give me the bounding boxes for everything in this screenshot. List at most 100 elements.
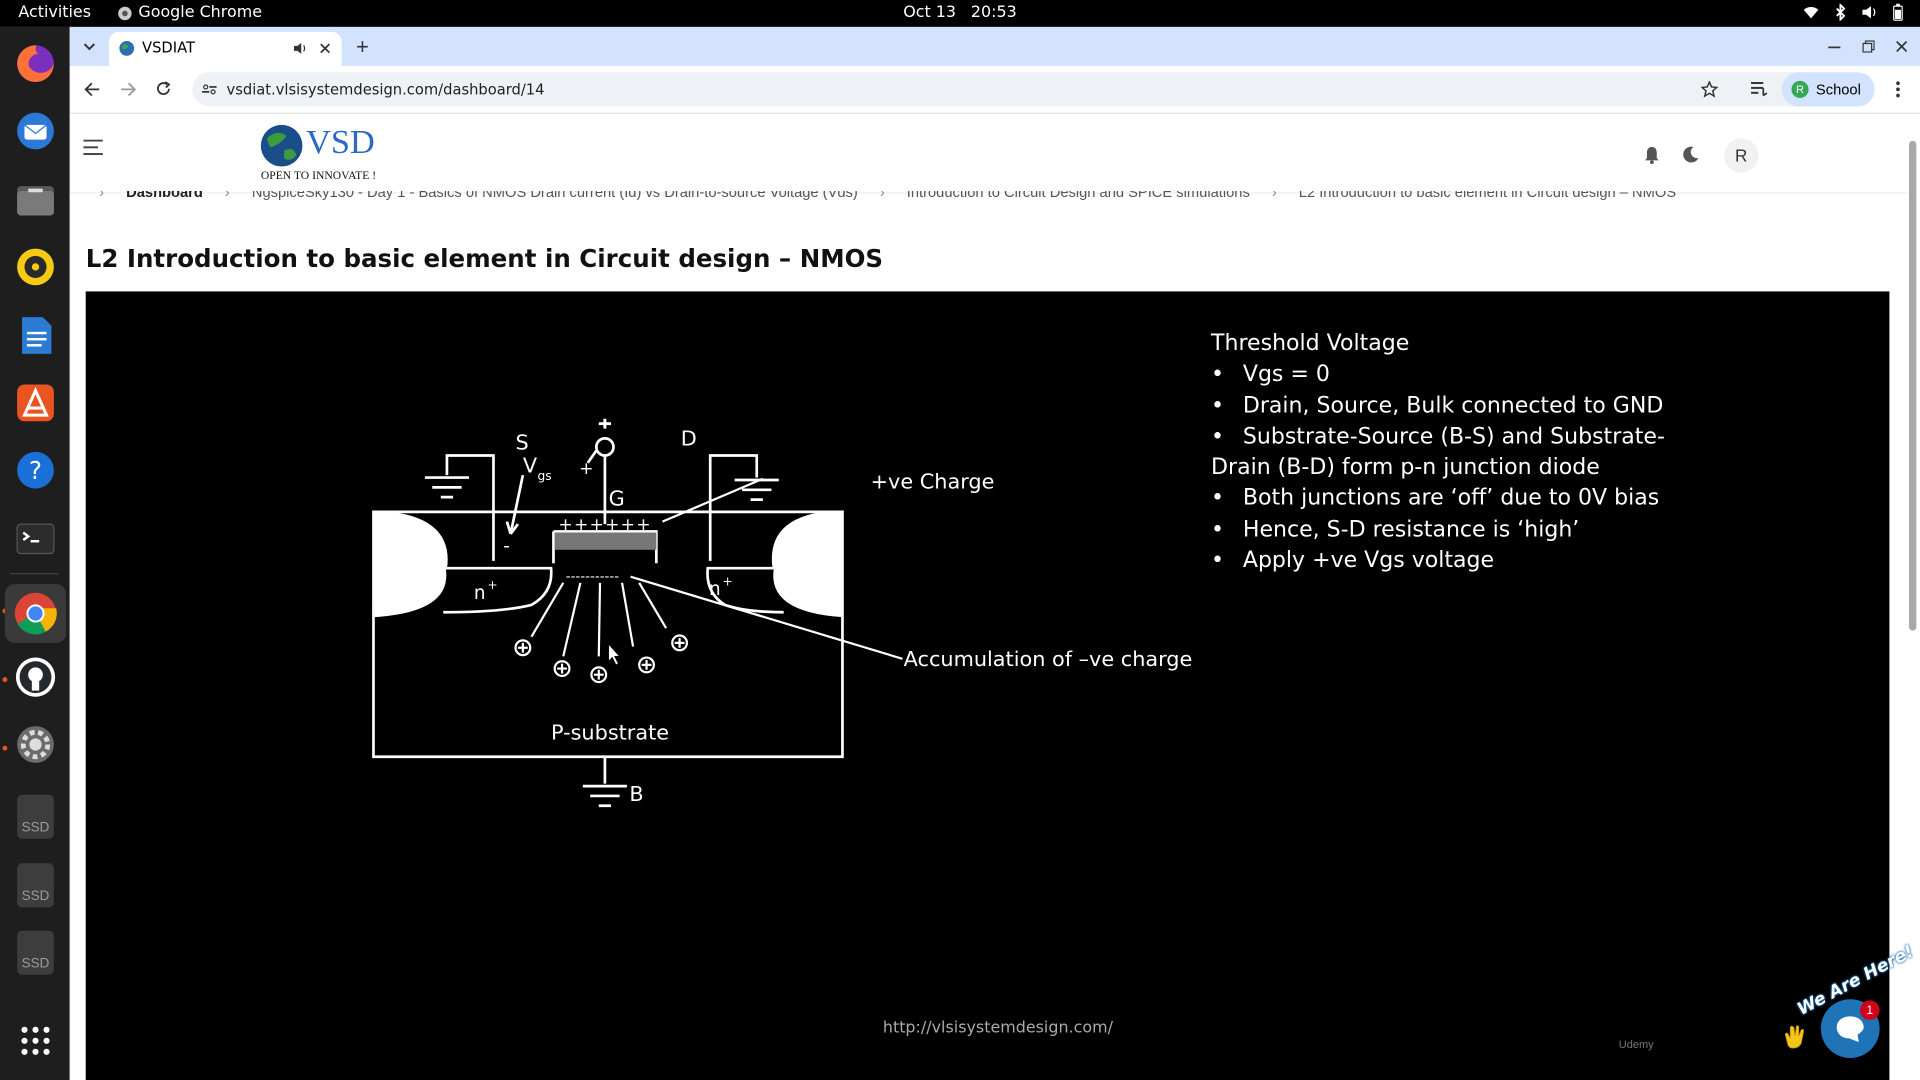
globe-favicon-icon	[119, 41, 135, 56]
running-indicator	[2, 677, 8, 683]
breadcrumb: › Dashboard › NgspiceSky130 - Day 1 - Ba…	[99, 191, 1676, 201]
show-apps-icon[interactable]	[11, 1016, 60, 1065]
gate-charges: ++++++	[558, 515, 651, 535]
rhythmbox-icon[interactable]	[11, 242, 60, 291]
breadcrumb-item: L2 Introduction to basic element in Circ…	[1298, 191, 1677, 201]
help-icon[interactable]: ?	[11, 446, 60, 495]
source-label: S	[516, 430, 529, 454]
slide-heading: Threshold Voltage	[1211, 330, 1410, 357]
vgs-subscript: gs	[538, 469, 552, 483]
tab-vsdiat[interactable]: VSDIAT	[108, 31, 342, 67]
dock-separator	[9, 573, 59, 575]
profile-name: School	[1815, 80, 1861, 98]
page-content: VSD OPEN TO INNOVATE ! R › Dashboard › N…	[69, 113, 1907, 1080]
channel-charges: -----------	[566, 569, 620, 584]
slide-bullet: • Apply +ve Vgs voltage	[1211, 547, 1495, 574]
minimize-icon[interactable]	[1828, 46, 1841, 49]
back-arrow-icon[interactable]	[84, 82, 100, 97]
udemy-watermark: Udemy	[1618, 1038, 1654, 1051]
github-desktop-icon[interactable]	[11, 653, 60, 702]
tab-strip: VSDIAT +	[69, 26, 1920, 67]
waving-hand-icon	[1784, 1025, 1805, 1049]
dark-mode-moon-icon[interactable]	[1682, 146, 1699, 163]
logo-tagline: OPEN TO INNOVATE !	[260, 170, 377, 183]
positive-charge-label: +ve Charge	[871, 470, 995, 494]
window-close-icon[interactable]	[1896, 40, 1908, 53]
address-bar[interactable]: vsdiat.vlsisystemdesign.com/dashboard/14	[192, 72, 1873, 107]
ssd-label: SSD	[17, 930, 54, 975]
wifi-icon	[1803, 6, 1819, 19]
slide-bullet: • Drain, Source, Bulk connected to GND	[1211, 392, 1664, 419]
tab-close-icon[interactable]	[320, 43, 331, 54]
vsd-logo[interactable]: VSD OPEN TO INNOVATE !	[260, 121, 395, 182]
audio-playing-icon[interactable]	[293, 42, 309, 55]
substrate-label: P-substrate	[551, 721, 669, 745]
mouse-cursor-icon	[608, 643, 621, 666]
profile-button[interactable]: R School	[1781, 72, 1875, 107]
page-scrollbar[interactable]	[1906, 113, 1920, 1080]
watermark-url: http://vlsisystemdesign.com/	[882, 1018, 1113, 1038]
breadcrumb-item[interactable]: Dashboard	[126, 191, 203, 200]
chat-unread-badge: 1	[1860, 1000, 1880, 1021]
volume-icon	[1862, 6, 1876, 19]
dock: ? SSD SSD SSD	[0, 26, 70, 1080]
logo-text: VSD	[306, 123, 375, 162]
ssd-drive-icon[interactable]: SSD	[11, 792, 60, 841]
drain-n-plus-sup: +	[722, 574, 732, 588]
chat-widget[interactable]: × We Are Here! 1	[1779, 942, 1917, 1058]
slide-bullet: • Hence, S-D resistance is ‘high’	[1211, 516, 1580, 543]
breadcrumb-item[interactable]: Introduction to Circuit Design and SPICE…	[907, 191, 1250, 200]
breadcrumb-item[interactable]: NgspiceSky130 - Day 1 - Basics of NMOS D…	[252, 191, 858, 200]
svg-text:?: ?	[29, 456, 42, 485]
running-indicator	[2, 745, 8, 751]
nmos-diagram: S D G B V gs + - n + n + ++++++ --------…	[372, 418, 1192, 808]
hamburger-menu-icon[interactable]	[83, 139, 103, 156]
reload-icon[interactable]	[156, 81, 172, 97]
chrome-icon[interactable]	[4, 584, 67, 643]
notification-bell-icon[interactable]	[1643, 146, 1660, 165]
user-avatar[interactable]: R	[1724, 138, 1759, 173]
clock-date: Oct 13	[903, 3, 957, 23]
files-icon[interactable]	[11, 175, 60, 224]
tab-title: VSDIAT	[142, 39, 195, 57]
source-n-plus-sup: +	[487, 578, 497, 592]
slide-text: Threshold Voltage • Vgs = 0 • Drain, Sourc…	[1211, 328, 1676, 576]
media-controls-icon[interactable]	[1751, 82, 1768, 97]
app-center-icon[interactable]	[11, 378, 60, 427]
clock[interactable]: Oct 13 20:53	[0, 4, 1920, 22]
vgs-minus: -	[503, 536, 510, 557]
slide-bullet: • Substrate-Source (B-S) and Substrate-Dr…	[1211, 423, 1665, 481]
browser-toolbar: vsdiat.vlsisystemdesign.com/dashboard/14…	[69, 66, 1920, 114]
system-tray[interactable]	[1802, 3, 1903, 21]
thunderbird-icon[interactable]	[11, 107, 60, 156]
chrome-menu-icon[interactable]	[1896, 81, 1901, 98]
lesson-title: L2 Introduction to basic element in Circ…	[85, 243, 884, 274]
tab-search-icon[interactable]	[80, 37, 100, 57]
ssd-drive-icon[interactable]: SSD	[11, 861, 60, 910]
settings-icon[interactable]	[11, 720, 60, 769]
vgs-label: V	[523, 454, 538, 478]
globe-logo-icon	[260, 124, 303, 167]
slide-bullet: • Both junctions are ‘off’ due to 0V bias	[1211, 485, 1660, 512]
chat-bubble-icon	[1836, 1016, 1864, 1043]
ssd-label: SSD	[17, 863, 54, 908]
vgs-plus: +	[579, 459, 593, 479]
firefox-icon[interactable]	[11, 39, 60, 88]
ssd-drive-icon[interactable]: SSD	[11, 928, 60, 977]
video-player[interactable]: S D G B V gs + - n + n + ++++++ --------…	[85, 291, 1890, 1080]
site-info-icon[interactable]	[202, 82, 217, 97]
bluetooth-icon	[1836, 3, 1846, 21]
scrollbar-thumb[interactable]	[1908, 140, 1917, 631]
battery-icon	[1893, 3, 1903, 21]
breadcrumb-separator: ›	[1271, 191, 1277, 201]
bulk-label: B	[629, 782, 643, 806]
restore-icon[interactable]	[1862, 40, 1875, 53]
writer-icon[interactable]	[11, 311, 60, 360]
forward-arrow-icon[interactable]	[120, 82, 136, 97]
new-tab-button[interactable]: +	[351, 34, 373, 58]
bookmark-star-icon[interactable]	[1700, 80, 1718, 98]
system-top-bar: Activities Google Chrome Oct 13 20:53	[0, 0, 1920, 27]
ssd-label: SSD	[17, 794, 54, 839]
url-text[interactable]: vsdiat.vlsisystemdesign.com/dashboard/14	[227, 81, 545, 98]
terminal-icon[interactable]	[11, 514, 60, 563]
